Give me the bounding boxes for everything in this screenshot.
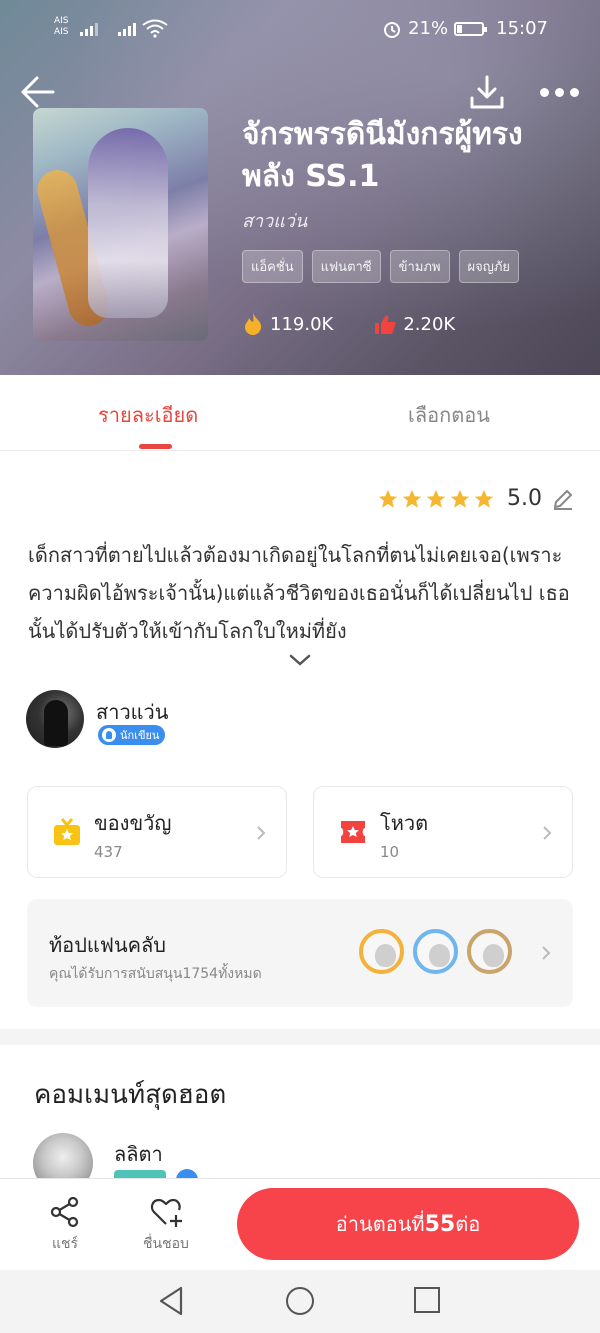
top-fanclub[interactable]: ท้อปแฟนคลับ คุณได้รับการสนับสนุน1754ทั้ง… [27, 899, 573, 1007]
fanclub-subtitle: คุณได้รับการสนับสนุน1754ทั้งหมด [49, 966, 262, 982]
chevron-down-icon[interactable] [288, 652, 312, 668]
alarm-icon [384, 21, 401, 38]
star-icon [402, 489, 422, 508]
status-right: 21% 15:07 [382, 18, 548, 39]
book-header: AIS AIS 21% 15:07 จักรพรรดินีมังกรผู้ทรง… [0, 0, 600, 375]
hot-comments-title: คอมเมนท์สุดฮอต [34, 1080, 227, 1110]
carrier-1: AIS [54, 16, 69, 26]
writer-badge-label: นักเขียน [120, 729, 160, 742]
download-icon[interactable] [468, 74, 506, 112]
status-bar: AIS AIS 21% 15:07 [0, 0, 600, 58]
carrier-labels: AIS AIS [54, 16, 69, 38]
signal-1-icon [80, 20, 98, 36]
bronze-fan-avatar [467, 929, 512, 974]
views-count: 119.0K [270, 313, 334, 335]
gift-card[interactable]: ของขวัญ 437 [27, 786, 287, 878]
favorite-button[interactable]: ชื่นชอบ [143, 1195, 189, 1255]
fanclub-title: ท้อปแฟนคลับ [49, 933, 166, 957]
star-icon [378, 489, 398, 508]
gift-icon [54, 818, 80, 845]
writer-badge-icon [102, 728, 116, 742]
bottom-action-bar: แชร์ ชื่นชอบ อ่านตอนที่ 55 ต่อ [0, 1178, 600, 1270]
chevron-right-icon [542, 946, 551, 960]
thumbs-up-icon [375, 315, 397, 334]
wifi-icon [142, 19, 168, 38]
tab-details[interactable]: รายละเอียด [98, 399, 198, 431]
tag[interactable]: ข้ามภพ [389, 250, 450, 283]
star-icon [474, 489, 494, 508]
writer-badge: นักเขียน [98, 725, 166, 745]
edit-pencil-icon[interactable] [552, 488, 574, 510]
tag[interactable]: แอ็คชั่น [242, 250, 303, 283]
gift-count: 437 [94, 843, 123, 861]
read-prefix: อ่านตอนที่ [335, 1212, 425, 1236]
book-cover [33, 108, 208, 341]
book-description: เด็กสาวที่ตายไปแล้วต้องมาเกิดอยู่ในโลกที… [28, 543, 570, 643]
vote-card[interactable]: โหวต 10 [313, 786, 573, 878]
book-author[interactable]: สาวแว่น [242, 206, 307, 235]
carrier-2: AIS [54, 27, 69, 37]
book-title: จักรพรรดินีมังกรผู้ทรงพลัง SS.1 [242, 117, 523, 194]
fan-medals [359, 929, 512, 974]
battery-percent: 21% [408, 18, 449, 39]
author-name[interactable]: สาวแว่น [96, 696, 168, 728]
nav-back-icon[interactable] [157, 1285, 187, 1317]
author-avatar[interactable] [26, 690, 84, 748]
gold-fan-avatar [359, 929, 404, 974]
chevron-right-icon [543, 826, 552, 840]
share-button[interactable]: แชร์ [48, 1195, 82, 1255]
star-icon [450, 489, 470, 508]
share-label: แชร์ [51, 1236, 79, 1252]
views-stat: 119.0K [242, 312, 333, 336]
tag-list: แอ็คชั่น แฟนตาซี ข้ามภพ ผจญภัย [242, 250, 520, 283]
ticket-icon [341, 821, 365, 843]
back-arrow-icon[interactable] [20, 74, 56, 110]
vote-label: โหวต [380, 811, 429, 835]
star-icon [426, 489, 446, 508]
rating-row: 5.0 [377, 486, 574, 511]
read-suffix: ต่อ [455, 1212, 481, 1236]
read-chapter-number: 55 [424, 1211, 456, 1237]
vote-count: 10 [380, 843, 400, 861]
continue-reading-button[interactable]: อ่านตอนที่ 55 ต่อ [237, 1188, 579, 1260]
likes-count: 2.20K [403, 313, 456, 335]
silver-fan-avatar [413, 929, 458, 974]
detail-tabs: รายละเอียด เลือกตอน [0, 375, 600, 451]
fire-icon [245, 313, 262, 335]
nav-home-icon[interactable] [286, 1287, 314, 1315]
share-icon [50, 1196, 79, 1228]
book-stats: 119.0K 2.20K [242, 312, 455, 336]
tag[interactable]: ผจญภัย [458, 250, 520, 283]
signal-2-icon [118, 20, 136, 36]
heart-plus-icon [150, 1198, 182, 1227]
rating-value: 5.0 [507, 486, 542, 511]
system-nav-bar [0, 1270, 600, 1333]
commenter-name[interactable]: ลลิตา [114, 1138, 163, 1170]
clock: 15:07 [496, 18, 548, 39]
nav-recents-icon[interactable] [414, 1287, 440, 1313]
favorite-label: ชื่นชอบ [143, 1236, 189, 1252]
tab-chapters[interactable]: เลือกตอน [408, 399, 490, 431]
more-dots-icon[interactable] [540, 80, 584, 104]
gift-label: ของขวัญ [94, 811, 172, 835]
section-divider [0, 1029, 600, 1045]
battery-icon [454, 21, 488, 36]
active-tab-indicator [139, 444, 172, 449]
likes-stat: 2.20K [373, 312, 455, 336]
chevron-right-icon [257, 826, 266, 840]
tag[interactable]: แฟนตาซี [311, 250, 381, 283]
